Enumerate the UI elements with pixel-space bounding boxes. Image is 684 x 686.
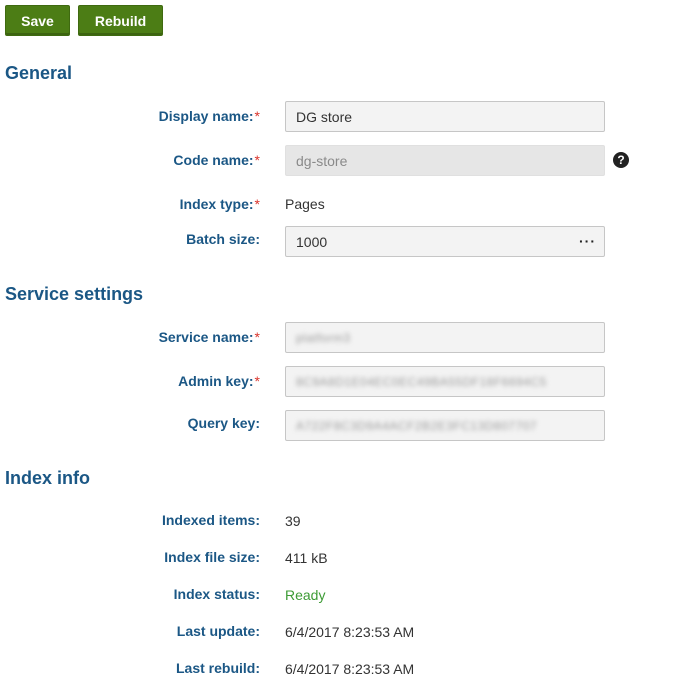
display-name-field[interactable]: DG store	[285, 101, 605, 132]
query-key-label: Query key:	[187, 415, 260, 431]
last-rebuild-label: Last rebuild:	[175, 660, 260, 676]
section-index-info-title: Index info	[5, 468, 90, 488]
index-file-size-value: 411 kB	[285, 550, 328, 566]
index-status-value: Ready	[285, 587, 326, 603]
service-name-field[interactable]: platform3	[285, 322, 605, 353]
service-name-label: Service name:*	[158, 329, 260, 345]
display-name-label: Display name:*	[158, 108, 260, 124]
last-update-value: 6/4/2017 8:23:53 AM	[285, 624, 415, 640]
save-button[interactable]: Save	[5, 5, 70, 36]
more-options-icon[interactable]: ···	[579, 233, 596, 249]
required-marker: *	[254, 108, 260, 124]
last-update-label: Last update:	[176, 623, 260, 639]
rebuild-button[interactable]: Rebuild	[78, 5, 163, 36]
last-rebuild-value: 6/4/2017 8:23:53 AM	[285, 661, 415, 677]
admin-key-field[interactable]: 8C9A8D1E04EC0EC49BA55DF18F6694C5	[285, 366, 605, 397]
code-name-label: Code name:*	[173, 152, 260, 168]
required-marker: *	[254, 329, 260, 345]
indexed-items-value: 39	[285, 513, 301, 529]
indexed-items-label: Indexed items:	[161, 512, 260, 528]
code-name-field: dg-store	[285, 145, 605, 176]
admin-key-label: Admin key:*	[178, 373, 260, 389]
section-service-title: Service settings	[5, 284, 144, 304]
section-general-title: General	[5, 63, 73, 83]
help-icon[interactable]: ?	[613, 152, 629, 168]
required-marker: *	[254, 152, 260, 168]
batch-size-label: Batch size:	[186, 231, 260, 247]
query-key-field[interactable]: A722F8C3D9A4ACF2B2E3FC13D807707	[285, 410, 605, 441]
batch-size-field[interactable]: 1000 ···	[285, 226, 605, 257]
index-type-label: Index type:*	[179, 196, 260, 212]
required-marker: *	[254, 373, 260, 389]
required-marker: *	[254, 196, 260, 212]
index-type-value: Pages	[285, 196, 325, 212]
index-status-label: Index status:	[173, 586, 260, 602]
index-file-size-label: Index file size:	[164, 549, 260, 565]
